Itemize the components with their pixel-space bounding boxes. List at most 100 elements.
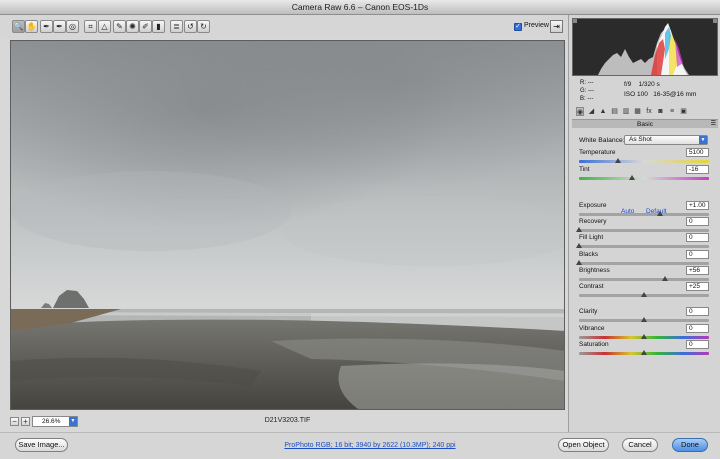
temperature-label: Temperature <box>579 149 616 156</box>
red-eye-tool-button[interactable]: ✺ <box>126 20 139 33</box>
temperature-value-field[interactable]: 5100 <box>686 148 709 157</box>
recovery-label: Recovery <box>579 218 607 225</box>
preferences-tool-button[interactable]: ≣ <box>170 20 183 33</box>
tab-lens-corrections[interactable]: ▦ <box>634 107 642 116</box>
clarity-slider-thumb[interactable] <box>641 317 647 322</box>
saturation-value-field[interactable]: 0 <box>686 340 709 349</box>
aperture: f/9 <box>624 81 632 88</box>
cancel-button[interactable]: Cancel <box>622 438 658 452</box>
recovery-slider-track[interactable] <box>579 229 709 232</box>
adjustment-brush-tool-button[interactable]: ✐ <box>139 20 152 33</box>
red-eye-tool-icon: ✺ <box>129 22 136 31</box>
vibrance-value-field[interactable]: 0 <box>686 324 709 333</box>
clarity-value-field[interactable]: 0 <box>686 307 709 316</box>
rotate-right-tool-button[interactable]: ↻ <box>197 20 210 33</box>
exposure-label: Exposure <box>579 202 607 209</box>
workflow-options-link[interactable]: ProPhoto RGB; 16 bit; 3940 by 2622 (10.3… <box>250 442 490 449</box>
adjustment-panel: R: --- G: --- B: --- f/9 1/320 s ISO 100… <box>568 15 720 432</box>
color-sampler-tool-button[interactable]: ✒ <box>53 20 66 33</box>
rgb-readout: R: --- G: --- B: --- <box>580 79 594 103</box>
crop-tool-button[interactable]: ⌗ <box>84 20 97 33</box>
temperature-slider-track[interactable] <box>579 160 709 163</box>
graduated-filter-tool-button[interactable]: ▮ <box>152 20 165 33</box>
exposure-slider-track[interactable] <box>579 213 709 216</box>
tint-slider-thumb[interactable] <box>629 175 636 180</box>
recovery-slider-thumb[interactable] <box>576 227 582 232</box>
blacks-value-field[interactable]: 0 <box>686 250 709 259</box>
white-balance-select[interactable]: As Shot ▼ <box>624 135 708 145</box>
blacks-slider-thumb[interactable] <box>576 260 582 265</box>
exposure-slider-thumb[interactable] <box>656 211 663 216</box>
lens: 16-35@16 mm <box>653 91 697 98</box>
tab-basic[interactable]: ◉ <box>576 107 584 116</box>
footer-bar: Save Image... ProPhoto RGB; 16 bit; 3940… <box>0 432 720 459</box>
contrast-slider-thumb[interactable] <box>641 292 647 297</box>
contrast-value-field[interactable]: +25 <box>686 282 709 291</box>
blacks-slider-track[interactable] <box>579 262 709 265</box>
recovery-value-field[interactable]: 0 <box>686 217 709 226</box>
exposure-value-field[interactable]: +1.00 <box>686 201 709 210</box>
preview-label: Preview <box>524 22 549 29</box>
fill-light-slider-track[interactable] <box>579 245 709 248</box>
tab-snapshots[interactable]: ▣ <box>680 107 688 116</box>
camera-raw-window: Camera Raw 6.6 – Canon EOS-1Ds ✓ Preview … <box>0 0 720 459</box>
brightness-label: Brightness <box>579 267 610 274</box>
g-value: --- <box>588 88 595 94</box>
temperature-slider-row: Temperature 5100 <box>579 148 709 165</box>
tab-detail[interactable]: ▲ <box>599 107 607 116</box>
white-balance-label: White Balance: <box>579 137 625 144</box>
iso: ISO 100 <box>624 91 648 98</box>
temperature-slider-thumb[interactable] <box>615 158 621 163</box>
open-object-button[interactable]: Open Object <box>558 438 609 452</box>
save-image-button[interactable]: Save Image... <box>15 438 68 452</box>
panel-title: Basic ☰ <box>572 119 718 128</box>
checkmark-icon: ✓ <box>514 23 522 31</box>
fill-light-label: Fill Light <box>579 234 604 241</box>
vibrance-label: Vibrance <box>579 325 605 332</box>
exif-info: f/9 1/320 s ISO 100 16-35@16 mm <box>624 80 696 100</box>
brightness-value-field[interactable]: +56 <box>686 266 709 275</box>
exposure-slider-row: Exposure +1.00 <box>579 201 709 218</box>
targeted-adjustment-tool-button[interactable]: ◎ <box>66 20 79 33</box>
done-button[interactable]: Done <box>672 438 708 452</box>
blacks-slider-row: Blacks 0 <box>576 250 709 267</box>
tab-camera-calibration[interactable]: ◙ <box>657 107 665 116</box>
tab-split-toning[interactable]: ▥ <box>622 107 630 116</box>
brightness-slider-thumb[interactable] <box>661 276 668 281</box>
panel-title-text: Basic <box>637 121 653 128</box>
spot-removal-tool-button[interactable]: ✎ <box>113 20 126 33</box>
tab-effects[interactable]: fx <box>645 107 653 116</box>
hand-tool-button[interactable]: ✋ <box>25 20 38 33</box>
vibrance-slider-thumb[interactable] <box>641 334 647 339</box>
tab-presets[interactable]: ≡ <box>668 107 676 116</box>
preferences-tool-icon: ≣ <box>173 22 180 31</box>
tint-slider-track[interactable] <box>579 177 709 180</box>
white-balance-tool-button[interactable]: ✒ <box>40 20 53 33</box>
tint-value-field[interactable]: -16 <box>686 165 709 174</box>
zoom-tool-button[interactable]: 🔍 <box>12 20 25 33</box>
clarity-slider-row: Clarity 0 <box>579 307 709 324</box>
window-title: Camera Raw 6.6 – Canon EOS-1Ds <box>0 0 720 15</box>
b-value: --- <box>587 96 594 102</box>
image-preview[interactable] <box>10 40 565 410</box>
tint-slider-row: Tint -16 <box>579 165 709 182</box>
brightness-slider-track[interactable] <box>579 278 709 281</box>
tab-tone-curve[interactable]: ◢ <box>588 107 596 116</box>
fullscreen-button[interactable]: ⇥ <box>550 20 563 33</box>
saturation-slider-thumb[interactable] <box>641 350 647 355</box>
rotate-left-tool-button[interactable]: ↺ <box>184 20 197 33</box>
blacks-label: Blacks <box>579 251 599 258</box>
g-label: G: <box>580 88 587 94</box>
hand-tool-icon: ✋ <box>26 22 37 31</box>
panel-menu-icon[interactable]: ☰ <box>711 120 716 129</box>
toolbar: ✓ Preview ⇥ 🔍 ✋ ✒ ✒ ◎ ⌗ △ ✎ ✺ ✐ ▮ ≣ ↺ ↻ <box>0 15 568 39</box>
tab-hsl[interactable]: ▤ <box>611 107 619 116</box>
straighten-tool-icon: △ <box>101 22 108 31</box>
preview-checkbox[interactable]: ✓ Preview <box>514 21 549 31</box>
fill-light-value-field[interactable]: 0 <box>686 233 709 242</box>
straighten-tool-button[interactable]: △ <box>98 20 111 33</box>
info-readout: R: --- G: --- B: --- f/9 1/320 s ISO 100… <box>572 79 718 103</box>
shutter-speed: 1/320 s <box>638 81 660 88</box>
panel-tabs: ◉ ◢ ▲ ▤ ▥ ▦ fx ◙ ≡ ▣ <box>572 106 718 118</box>
fill-light-slider-thumb[interactable] <box>576 243 582 248</box>
